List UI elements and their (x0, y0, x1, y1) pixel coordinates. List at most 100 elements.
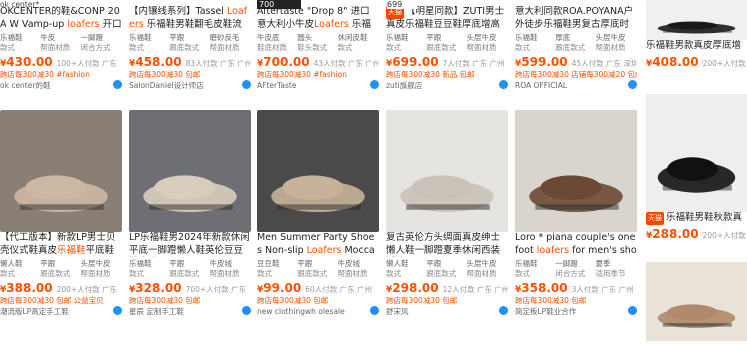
product-title[interactable]: 意大利同款ROA.POYANA户外徒步乐福鞋男复古厚底时尚增高... (515, 6, 637, 31)
attribute: 平跟 跟底款式 (169, 33, 200, 52)
product-image[interactable] (386, 110, 508, 232)
product-title[interactable]: 天猫乐福鞋男鞋秋款真皮 (646, 212, 747, 225)
product-image[interactable] (646, 262, 747, 341)
sales-count: 12人付款 广东 广州 (442, 285, 508, 294)
chat-icon[interactable] (370, 306, 379, 315)
shop-name[interactable]: 简定板LP鞋业合作 (515, 306, 576, 318)
price: ¥298.00 (386, 281, 439, 295)
shop-name[interactable]: new clothingwh olesale (257, 306, 345, 318)
product-card[interactable]: 【内镶线系列】Tassel Loafers 乐福鞋男鞋翻毛皮鞋流苏休闲...乐福… (129, 6, 251, 92)
product-card[interactable]: 天猫【明星同款】ZUTI男士真皮乐福鞋豆豆鞋厚底增高休闲...乐福鞋款式平跟跟底… (386, 6, 508, 92)
product-title[interactable]: Men Summer Party Shoes Non-slip Loafers … (257, 232, 379, 257)
product-card[interactable]: LP乐福鞋男2024年新款休闲平底一脚蹬懒人鞋英伦豆豆鞋牛皮...乐福鞋款式平跟… (129, 110, 251, 318)
product-card[interactable]: 复古英伦方头绸面真皮绅士懒人鞋一脚蹬夏季休闲西装婚礼...懒人鞋款式平跟跟底款式… (386, 110, 508, 318)
product-image[interactable] (515, 110, 637, 232)
chat-icon[interactable] (370, 80, 379, 89)
promo-text: 跨店每300减30 新品 包邮 (386, 70, 475, 79)
product-image[interactable] (129, 110, 251, 232)
price-overlay-2: 699 (387, 0, 417, 9)
shop-logo-text: ok center* (0, 0, 40, 9)
price: ¥99.00 (257, 281, 302, 295)
product-image[interactable] (646, 94, 747, 212)
product-attributes: 乐福鞋 款式 厚底 跟底款式 头层牛皮 帮面材质 (515, 33, 637, 53)
product-title[interactable]: 复古英伦方头绸面真皮绅士懒人鞋一脚蹬夏季休闲西装婚礼... (386, 232, 508, 257)
attribute: 头层牛皮 帮面材质 (80, 259, 111, 278)
product-card[interactable]: Men Summer Party Shoes Non-slip Loafers … (257, 110, 379, 318)
product-image[interactable] (257, 110, 379, 232)
attribute: 休闲皮鞋 款式 (337, 33, 368, 52)
product-title[interactable]: Aftertaste "Drop 8" 进口意大利小牛皮Loafers 乐福鞋 (257, 6, 379, 31)
product-attributes: 乐福鞋 款式 平跟 跟底款式 头层牛皮 帮面材质 (386, 33, 508, 53)
chat-icon[interactable] (499, 306, 508, 315)
attribute: 乐福鞋 款式 (129, 259, 152, 278)
shop-name[interactable]: AFterTaste (257, 80, 296, 92)
price: ¥699.00 (386, 55, 439, 69)
product-image[interactable] (0, 110, 122, 232)
sales-count: 45人付款 广东 深圳 (571, 59, 637, 68)
attribute: 平跟 跟底款式 (40, 259, 71, 278)
attribute: 牛皮 帮面材质 (40, 33, 71, 52)
attribute: 乐福鞋 款式 (129, 33, 152, 52)
chat-icon[interactable] (499, 80, 508, 89)
product-card[interactable]: Aftertaste "Drop 8" 进口意大利小牛皮Loafers 乐福鞋牛… (257, 6, 379, 92)
product-card[interactable]: OKCENTER的鞋&CONP 20A W Vamp-up loafers 开口… (0, 6, 122, 92)
promo-text: 跨店每300减30 包邮 (129, 296, 201, 305)
promo-text: 跨店每300减30 包邮 (386, 296, 458, 305)
product-card[interactable]: 天猫乐福鞋男鞋秋款真皮 ¥288.00200+人付款 广东 (646, 94, 747, 241)
chat-icon[interactable] (113, 80, 122, 89)
product-attributes: 牛皮底 鞋底材质 圆头 鞋头款式 休闲皮鞋 款式 (257, 33, 379, 53)
product-image[interactable] (646, 0, 747, 40)
product-title[interactable]: Loro * piana couple's one foot loafers f… (515, 232, 637, 257)
shop-name[interactable]: ROA OFFICIAL (515, 80, 567, 92)
product-card[interactable]: 【代工版本】新款LP男士贝壳仪式鞋真皮乐福鞋平底鞋一脚蹬...懒人鞋款式平跟跟底… (0, 110, 122, 318)
product-card[interactable]: 意大利同款ROA.POYANA户外徒步乐福鞋男复古厚底时尚增高...乐福鞋款式厚… (515, 6, 637, 92)
price: ¥388.00 (0, 281, 53, 295)
product-attributes: 乐福鞋 款式 平跟 跟底款式 磨砂反毛 帮面材质 (129, 33, 251, 53)
sales-count: 43人付款 广东 广州 (313, 59, 379, 68)
price: ¥599.00 (515, 55, 568, 69)
product-title[interactable]: 乐福鞋男款真皮厚底增高 (646, 40, 747, 53)
attribute: 乐福鞋 款式 (515, 33, 538, 52)
product-title[interactable]: 【代工版本】新款LP男士贝壳仪式鞋真皮乐福鞋平底鞋一脚蹬... (0, 232, 122, 257)
promo-text: 跨店每300减30 包邮 公益宝贝 (0, 296, 104, 305)
sales-count: 200+人付款 (702, 59, 746, 68)
chat-icon[interactable] (628, 80, 637, 89)
price-overlay: 700 (257, 0, 301, 9)
chat-icon[interactable] (113, 306, 122, 315)
attribute: 豆豆鞋 款式 (257, 259, 280, 278)
promo-text: 跨店每300减30 #fashion (257, 70, 347, 79)
attribute: 头层牛皮 帮面材质 (595, 33, 626, 52)
price: ¥328.00 (129, 281, 182, 295)
shop-name[interactable]: SalonDaniel设计师店 (129, 80, 204, 92)
attribute: 圆头 鞋头款式 (297, 33, 328, 52)
promo-text: 跨店每300减30 包邮 (129, 70, 201, 79)
shop-name[interactable]: 舒宋风 (386, 306, 409, 318)
product-card[interactable]: 乐福鞋男款真皮厚底增高 ¥408.00200+人付款 (646, 0, 747, 69)
shop-name[interactable]: zuti旗舰店 (386, 80, 422, 92)
price: ¥700.00 (257, 55, 310, 69)
attribute: 乐福鞋 款式 (386, 33, 409, 52)
product-attributes: 乐福鞋 款式 一脚蹬 闭合方式 夏季 适用季节 (515, 259, 637, 279)
sales-count: 7人付款 广东 广州 (442, 59, 505, 68)
product-attributes: 懒人鞋 款式 平跟 跟底款式 头层牛皮 帮面材质 (0, 259, 122, 279)
attribute: 乐福鞋 款式 (515, 259, 538, 278)
shop-name[interactable]: 潮流版LP高定手工鞋 (0, 306, 69, 318)
chat-icon[interactable] (242, 80, 251, 89)
attribute: 平跟 跟底款式 (426, 33, 457, 52)
product-title[interactable]: LP乐福鞋男2024年新款休闲平底一脚蹬懒人鞋英伦豆豆鞋牛皮... (129, 232, 251, 257)
shop-name[interactable]: 星辰 定制手工鞋 (129, 306, 184, 318)
product-attributes: 乐福鞋 款式 牛皮 帮面材质 一脚蹬 闭合方式 (0, 33, 122, 53)
chat-icon[interactable] (242, 306, 251, 315)
product-card[interactable]: Loro * piana couple's one foot loafers f… (515, 110, 637, 318)
shop-name[interactable]: ok center的鞋 (0, 80, 50, 92)
sales-count: 200+人付款 广东 (56, 285, 118, 294)
attribute: 懒人鞋 款式 (386, 259, 409, 278)
attribute: 厚底 跟底款式 (555, 33, 586, 52)
sales-count: 83人付款 广东 广州 (185, 59, 251, 68)
chat-icon[interactable] (628, 306, 637, 315)
product-title[interactable]: 【内镶线系列】Tassel Loafers 乐福鞋男鞋翻毛皮鞋流苏休闲... (129, 6, 251, 31)
attribute: 懒人鞋 款式 (0, 259, 23, 278)
product-title[interactable]: 天猫【明星同款】ZUTI男士真皮乐福鞋豆豆鞋厚底增高休闲... (386, 6, 508, 31)
price: ¥430.00 (0, 55, 53, 69)
price: ¥358.00 (515, 281, 568, 295)
